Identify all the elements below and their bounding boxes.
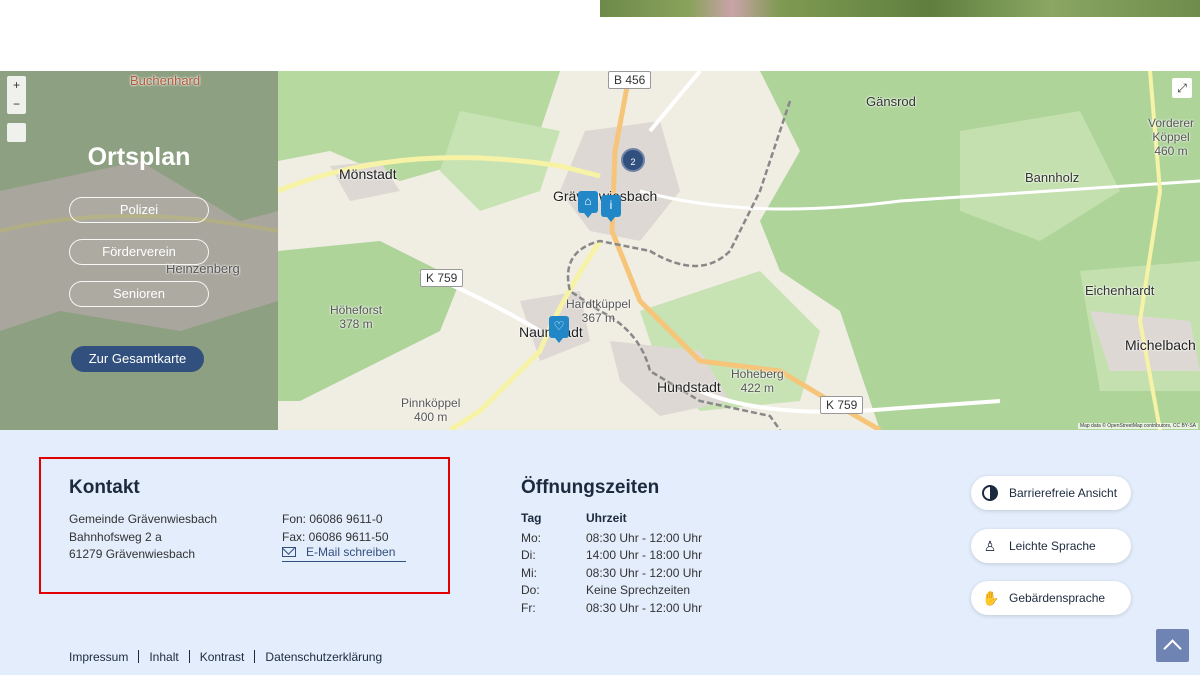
opening-hours-time: Keine Sprechzeiten <box>586 583 691 597</box>
footer-link-inhalt[interactable]: Inhalt <box>149 650 178 664</box>
opening-hours-time: 08:30 Uhr - 12:00 Uhr <box>586 566 703 580</box>
zoom-in-button[interactable]: + <box>7 76 26 95</box>
accessible-view-label: Barrierefreie Ansicht <box>1009 486 1118 500</box>
opening-hours-day: Do: <box>521 583 540 597</box>
kontakt-title: Kontakt <box>69 477 140 498</box>
opening-hours-day: Fr: <box>521 601 536 615</box>
full-map-button[interactable]: Zur Gesamtkarte <box>71 346 204 372</box>
map-link-senioren[interactable]: Senioren <box>69 281 209 307</box>
info-marker-icon[interactable]: i <box>601 195 621 222</box>
footer-link-impressum[interactable]: Impressum <box>69 650 128 664</box>
road-sign-b456: B 456 <box>608 71 652 89</box>
footer-link-datenschutz[interactable]: Datenschutzerklärung <box>265 650 382 664</box>
map-title: Ortsplan <box>87 143 191 171</box>
map-label-moenstadt: Mönstadt <box>339 166 397 182</box>
easy-language-button[interactable]: ♙ Leichte Sprache <box>971 529 1131 563</box>
locate-icon[interactable] <box>7 123 26 142</box>
zoom-out-button[interactable]: − <box>7 95 26 114</box>
map-peak-vorderer-koeppel: Vorderer Köppel 460 m <box>1148 116 1195 158</box>
map-label-buchenhard: Buchenhard <box>130 73 201 88</box>
opening-hours-day: Di: <box>521 548 536 562</box>
easy-language-label: Leichte Sprache <box>1009 539 1096 553</box>
email-link[interactable]: E-Mail schreiben <box>282 545 406 562</box>
footer-separator <box>188 650 190 663</box>
opening-hours-time: 08:30 Uhr - 12:00 Uhr <box>586 601 703 615</box>
address-line: 61279 Grävenwiesbach <box>69 547 196 561</box>
map-section[interactable]: Buchenhard Heinzenberg + − Ortsplan Poli… <box>0 71 1200 430</box>
map-peak-hardtkueppel: Hardtküppel 367 m <box>566 297 631 325</box>
opening-hours-day: Mo: <box>521 531 542 545</box>
opening-hours-day: Mi: <box>521 566 537 580</box>
footer-separator <box>254 650 256 663</box>
map-link-polizei[interactable]: Polizei <box>69 197 209 223</box>
opening-hours-title: Öffnungszeiten <box>521 477 660 498</box>
map-label-michelbach: Michelbach <box>1125 337 1196 353</box>
fullscreen-icon[interactable]: ⤢ <box>1172 78 1192 98</box>
footer-links: Impressum Inhalt Kontrast Datenschutzerklär… <box>69 650 382 664</box>
scroll-to-top-button[interactable] <box>1156 629 1189 662</box>
easy-language-icon: ♙ <box>983 538 997 554</box>
header-photo <box>600 0 1200 17</box>
sign-language-button[interactable]: ✋ Gebärdensprache <box>971 581 1131 615</box>
sign-language-icon: ✋ <box>982 590 1000 606</box>
road-sign-k759: K 759 <box>820 396 864 414</box>
opening-hours-time: 08:30 Uhr - 12:00 Uhr <box>586 531 703 545</box>
map-label-eichenhardt: Eichenhardt <box>1085 283 1155 298</box>
opening-hours-head-time: Uhrzeit <box>586 511 627 525</box>
map-label-bannholz: Bannholz <box>1025 170 1080 185</box>
map-cluster-marker[interactable]: 2 <box>621 148 645 172</box>
envelope-icon <box>282 547 296 557</box>
map-attribution: Map data © OpenStreetMap contributors, C… <box>1077 423 1198 429</box>
map-label-gaensrod: Gänsrod <box>866 94 916 109</box>
zoom-control: + − <box>7 76 26 114</box>
road-sign-k759: K 759 <box>420 269 464 287</box>
accessible-view-button[interactable]: Barrierefreie Ansicht <box>971 476 1131 510</box>
home-marker-icon[interactable]: ⌂ <box>578 191 598 218</box>
phone-number: Fon: 06086 9611-0 <box>282 512 383 526</box>
contrast-icon <box>982 485 998 501</box>
map-peak-hoheforst: Höheforst 378 m <box>330 303 383 331</box>
email-link-label: E-Mail schreiben <box>306 545 396 559</box>
opening-hours-time: 14:00 Uhr - 18:00 Uhr <box>586 548 703 562</box>
footer-separator <box>138 650 140 663</box>
address-line: Bahnhofsweg 2 a <box>69 530 162 544</box>
sign-language-label: Gebärdensprache <box>1009 591 1106 605</box>
address-line: Gemeinde Grävenwiesbach <box>69 512 218 526</box>
fax-number: Fax: 06086 9611-50 <box>282 530 389 544</box>
opening-hours-head-day: Tag <box>521 511 542 525</box>
footer-link-kontrast[interactable]: Kontrast <box>200 650 245 664</box>
heart-marker-icon[interactable]: ♡ <box>549 316 569 343</box>
map-peak-pinnkoeppel: Pinnköppel 400 m <box>401 396 461 424</box>
map-peak-hoheberg: Hoheberg 422 m <box>731 367 784 395</box>
map-label-hundstadt: Hundstadt <box>657 379 721 395</box>
map-link-foerderverein[interactable]: Förderverein <box>69 239 209 265</box>
